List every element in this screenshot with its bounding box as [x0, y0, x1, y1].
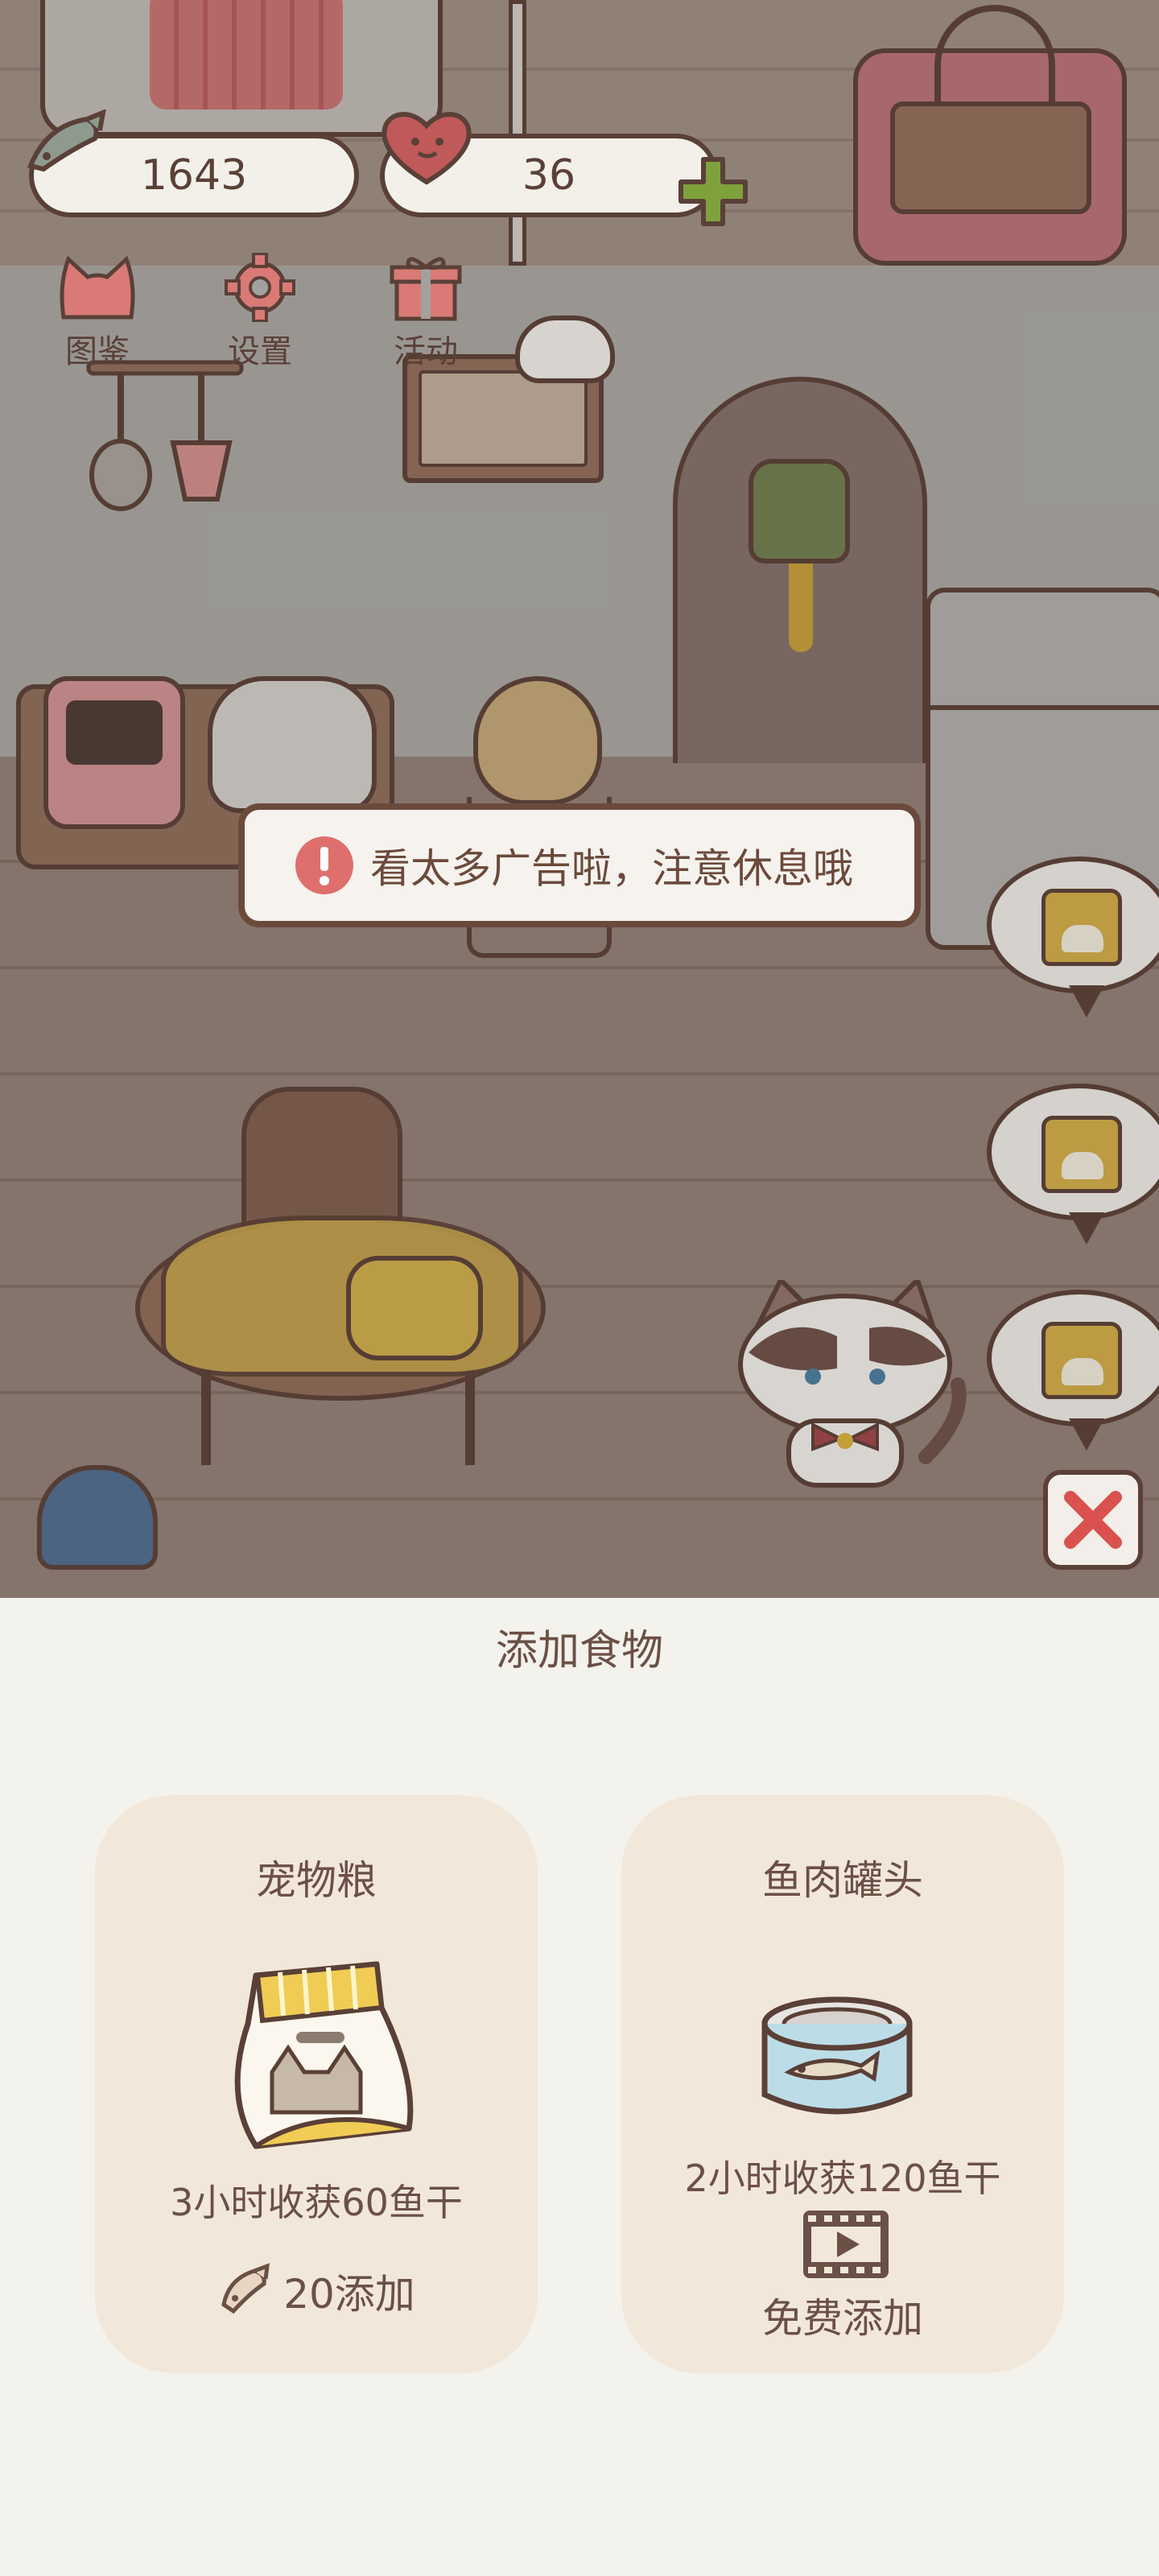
fridge-door-line	[930, 705, 1159, 710]
nav-events-label: 活动	[394, 333, 458, 370]
food-name: 鱼肉罐头	[762, 1857, 923, 1904]
nav-events-button[interactable]: 活动	[365, 253, 486, 374]
food-card-kibble[interactable]: 宠物粮 3小时收获60鱼干 20添加	[95, 1795, 538, 2373]
sheet-title: 添加食物	[495, 1627, 663, 1675]
picture-image	[419, 370, 588, 467]
nav-atlas-button[interactable]: 图鉴	[37, 253, 158, 374]
gear-icon	[225, 253, 295, 322]
microwave[interactable]	[43, 676, 185, 829]
heart-icon	[382, 112, 472, 185]
food-request-bubble[interactable]	[987, 857, 1159, 1018]
panda-plush[interactable]	[515, 316, 615, 383]
food-card-canned-fish[interactable]: 鱼肉罐头 2小时收获120鱼干 免费添加	[621, 1795, 1064, 2373]
sofa-cushion	[150, 0, 343, 109]
free-add-label: 免费添加	[762, 2295, 923, 2342]
close-button[interactable]	[1043, 1470, 1143, 1570]
close-icon	[1064, 1491, 1122, 1549]
add-hearts-plus-icon[interactable]	[674, 153, 752, 230]
toast-message: 看太多广告啦，注意休息哦	[238, 803, 921, 927]
food-bowl[interactable]	[37, 1465, 158, 1570]
nav-atlas-label: 图鉴	[65, 333, 130, 370]
lamp-pole	[509, 0, 526, 266]
basket-box	[890, 101, 1091, 214]
fish-icon	[221, 2263, 270, 2314]
fish-count: 1643	[140, 151, 248, 200]
toast-text: 看太多广告啦，注意休息哦	[370, 845, 853, 892]
cat-character[interactable]	[724, 1280, 974, 1497]
microwave-screen	[66, 700, 163, 765]
food-request-bubble[interactable]	[987, 1290, 1159, 1451]
food-bag-icon	[1041, 889, 1122, 966]
rice-cooker[interactable]	[208, 676, 377, 813]
food-request-bubble[interactable]	[987, 1084, 1159, 1245]
telephone[interactable]	[346, 1256, 483, 1360]
charm-tassel	[789, 564, 813, 652]
video-icon	[803, 2211, 889, 2278]
pet-food-bag-icon	[234, 1961, 414, 2149]
food-description: 3小时收获60鱼干	[170, 2181, 463, 2224]
free-add-button[interactable]: 免费添加	[621, 2286, 1064, 2344]
canned-fish-icon	[761, 1996, 913, 2115]
food-bag-icon	[1041, 1116, 1122, 1193]
fish-icon	[27, 109, 106, 172]
gift-icon	[390, 257, 462, 321]
lucky-charm[interactable]	[749, 459, 850, 564]
alert-icon	[295, 836, 353, 894]
add-with-fish-button[interactable]: 20添加	[95, 2262, 538, 2320]
teapot[interactable]	[473, 676, 602, 805]
food-description: 2小时收获120鱼干	[684, 2157, 1001, 2200]
cat-basket[interactable]	[853, 5, 1127, 266]
table-legs	[201, 1368, 475, 1465]
food-name: 宠物粮	[256, 1857, 377, 1904]
add-with-fish-label: 20添加	[283, 2271, 415, 2318]
cat-head-icon	[60, 255, 135, 320]
game-scene: 1643 36 图鉴 设置 活动 看太多广告啦，注意休息哦	[0, 0, 1159, 1598]
heart-count: 36	[522, 151, 576, 200]
nav-settings-button[interactable]: 设置	[200, 253, 320, 374]
wooden-chair	[241, 1087, 402, 1232]
nav-settings-label: 设置	[228, 333, 292, 370]
food-bag-icon	[1041, 1322, 1122, 1399]
hanging-utensils	[86, 360, 244, 511]
